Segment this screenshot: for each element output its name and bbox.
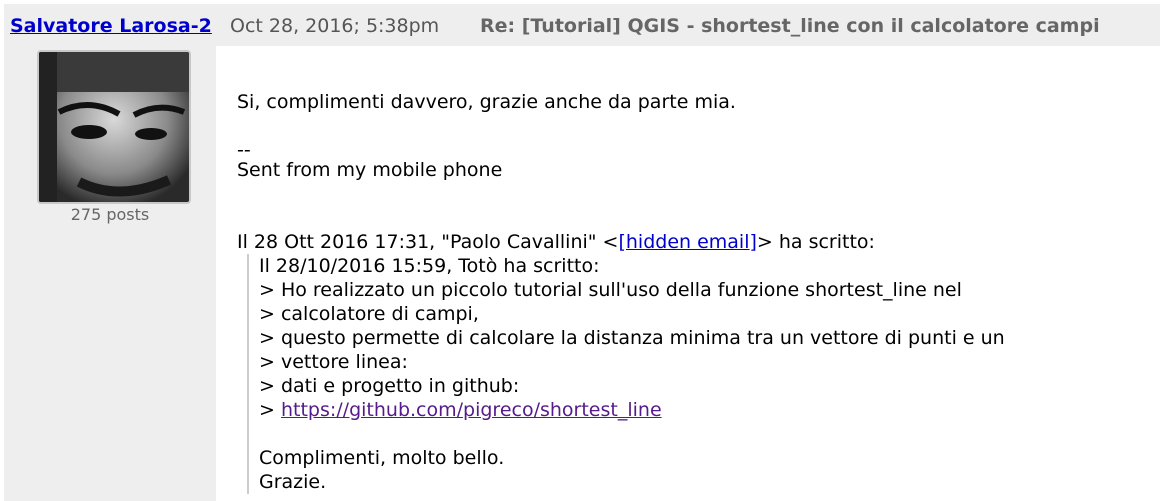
quote-line: > dati e progetto in github:	[259, 375, 520, 397]
avatar[interactable]	[37, 50, 191, 204]
github-link[interactable]: https://github.com/pigreco/shortest_line	[281, 399, 662, 421]
message-body: Si, complimenti davvero, grazie anche da…	[237, 90, 1157, 494]
author-link[interactable]: Salvatore Larosa-2	[10, 15, 222, 37]
message-intro: Si, complimenti davvero, grazie anche da…	[237, 91, 736, 113]
quote-line-link: > https://github.com/pigreco/shortest_li…	[259, 398, 1157, 422]
quote-line: Grazie.	[259, 471, 327, 493]
avatar-photo	[39, 52, 189, 202]
quoted-message: Il 28/10/2016 15:59, Totò ha scritto: > …	[247, 254, 1157, 494]
quote-line: Complimenti, molto bello.	[259, 447, 505, 469]
quote-line: > calcolatore di campi,	[259, 303, 479, 325]
signature-dash: --	[237, 139, 251, 161]
quote-line: > vettore linea:	[259, 351, 408, 373]
post-subject: Re: [Tutorial] QGIS - shortest_line con …	[480, 15, 1100, 37]
hidden-email-link[interactable]: [hidden email]	[618, 231, 756, 253]
signature-text: Sent from my mobile phone	[237, 159, 503, 181]
quote-line: > Ho realizzato un piccolo tutorial sull…	[259, 279, 962, 301]
author-sidebar: 275 posts	[4, 46, 216, 501]
quote-line: > questo permette di calcolare la distan…	[259, 327, 1005, 349]
post-header: Salvatore Larosa-2 Oct 28, 2016; 5:38pm …	[4, 4, 1160, 46]
quote-line: Il 28/10/2016 15:59, Totò ha scritto:	[259, 255, 600, 277]
post-count[interactable]: 275 posts	[4, 205, 216, 224]
reply-header: Il 28 Ott 2016 17:31, "Paolo Cavallini" …	[237, 230, 1157, 254]
reply-prefix: Il 28 Ott 2016 17:31, "Paolo Cavallini" …	[237, 231, 619, 253]
post-date: Oct 28, 2016; 5:38pm	[230, 15, 440, 37]
reply-suffix: > ha scritto:	[756, 231, 875, 253]
quote-prefix: >	[259, 399, 281, 421]
